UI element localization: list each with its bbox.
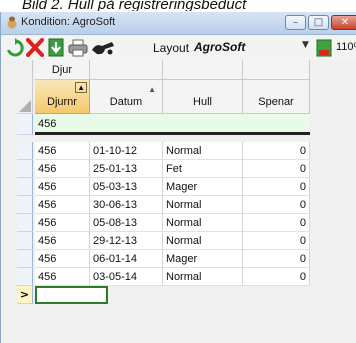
maximize-glyph: □ <box>313 17 324 28</box>
title-bar: Kondition: AgroSoft – □ ✕ <box>1 12 356 35</box>
cell-djurnr[interactable]: 456 <box>35 232 90 250</box>
new-row-marker[interactable]: > <box>17 286 33 304</box>
select-all-icon[interactable] <box>17 60 32 114</box>
minimize-button[interactable]: – <box>285 15 306 30</box>
row-selector[interactable] <box>17 250 33 268</box>
row-selector[interactable] <box>17 214 33 232</box>
cell-hull[interactable]: Fet <box>163 160 243 178</box>
group-header-blank <box>163 60 243 80</box>
cell-spenar[interactable]: 0 <box>243 214 310 232</box>
app-window: Kondition: AgroSoft – □ ✕ Layout AgroSof… <box>0 12 356 343</box>
window-title: Kondition: AgroSoft <box>21 16 116 28</box>
cell-hull[interactable]: Normal <box>163 232 243 250</box>
document-caption: Bild 2. Hull på registreringsbeduct <box>22 0 247 11</box>
cell-djurnr[interactable]: 456 <box>35 142 90 160</box>
zoom-level[interactable]: 110% <box>336 41 356 53</box>
row-selector[interactable] <box>17 178 33 196</box>
group-header-djur: Djur <box>35 60 90 80</box>
filter-row[interactable]: 456 <box>35 114 310 135</box>
filter-djurnr-value[interactable]: 456 <box>38 118 56 130</box>
export-icon[interactable] <box>48 38 64 57</box>
layout-icon[interactable] <box>90 39 116 58</box>
filter-row-selector[interactable] <box>17 114 33 135</box>
refresh-icon[interactable] <box>5 38 25 57</box>
close-button[interactable]: ✕ <box>331 15 356 30</box>
sort-asc-icon: ▲ <box>75 82 87 93</box>
cell-datum[interactable]: 01-10-12 <box>90 142 163 160</box>
sort-icon: ▲ <box>148 85 156 94</box>
cell-hull[interactable]: Normal <box>163 196 243 214</box>
cell-datum[interactable]: 05-08-13 <box>90 214 163 232</box>
delete-icon[interactable] <box>26 38 44 57</box>
column-header-datum[interactable]: Datum ▲ <box>90 80 163 114</box>
print-icon[interactable] <box>68 38 88 57</box>
row-selector[interactable] <box>17 268 33 286</box>
column-header-djurnr[interactable]: Djurnr ▲ <box>35 80 90 114</box>
cell-datum[interactable]: 30-06-13 <box>90 196 163 214</box>
cell-spenar[interactable]: 0 <box>243 250 310 268</box>
cell-datum[interactable]: 25-01-13 <box>90 160 163 178</box>
row-selector[interactable] <box>17 232 33 250</box>
cell-djurnr[interactable]: 456 <box>35 196 90 214</box>
cell-djurnr[interactable]: 456 <box>35 250 90 268</box>
cell-spenar[interactable]: 0 <box>243 232 310 250</box>
row-selector[interactable] <box>17 160 33 178</box>
row-selector[interactable] <box>17 196 33 214</box>
minimize-glyph: – <box>293 17 298 28</box>
row-selector[interactable] <box>17 142 33 160</box>
cell-hull[interactable]: Normal <box>163 214 243 232</box>
cell-spenar[interactable]: 0 <box>243 160 310 178</box>
column-header-hull[interactable]: Hull <box>163 80 243 114</box>
cell-spenar[interactable]: 0 <box>243 196 310 214</box>
close-glyph: ✕ <box>340 17 350 28</box>
cell-spenar[interactable]: 0 <box>243 178 310 196</box>
cell-spenar[interactable]: 0 <box>243 268 310 286</box>
zoom-icon[interactable] <box>314 38 334 57</box>
corner-header <box>17 60 33 114</box>
app-icon <box>7 16 17 29</box>
cell-datum[interactable]: 03-05-14 <box>90 268 163 286</box>
dropdown-icon[interactable]: ▼ <box>302 40 309 50</box>
column-label: Datum <box>109 96 143 108</box>
cell-datum[interactable]: 05-03-13 <box>90 178 163 196</box>
group-header-blank <box>243 60 310 80</box>
maximize-button[interactable]: □ <box>308 15 329 30</box>
column-label: Spenar <box>258 96 294 108</box>
layout-label[interactable]: Layout <box>153 41 189 55</box>
cell-hull[interactable]: Normal <box>163 142 243 160</box>
cell-hull[interactable]: Mager <box>163 178 243 196</box>
toolbar: Layout AgroSoft ▼ 110% <box>1 35 356 60</box>
profile-select[interactable]: AgroSoft <box>194 40 245 54</box>
cell-datum[interactable]: 06-01-14 <box>90 250 163 268</box>
cell-hull[interactable]: Mager <box>163 250 243 268</box>
column-label: Djurnr <box>47 96 77 108</box>
group-header-blank <box>90 60 163 80</box>
cell-datum[interactable]: 29-12-13 <box>90 232 163 250</box>
column-header-spenar[interactable]: Spenar <box>243 80 310 114</box>
cell-djurnr[interactable]: 456 <box>35 214 90 232</box>
cell-djurnr[interactable]: 456 <box>35 160 90 178</box>
cell-hull[interactable]: Normal <box>163 268 243 286</box>
new-row-input[interactable] <box>35 286 108 304</box>
cell-spenar[interactable]: 0 <box>243 142 310 160</box>
cell-djurnr[interactable]: 456 <box>35 268 90 286</box>
column-label: Hull <box>193 96 212 108</box>
cell-djurnr[interactable]: 456 <box>35 178 90 196</box>
